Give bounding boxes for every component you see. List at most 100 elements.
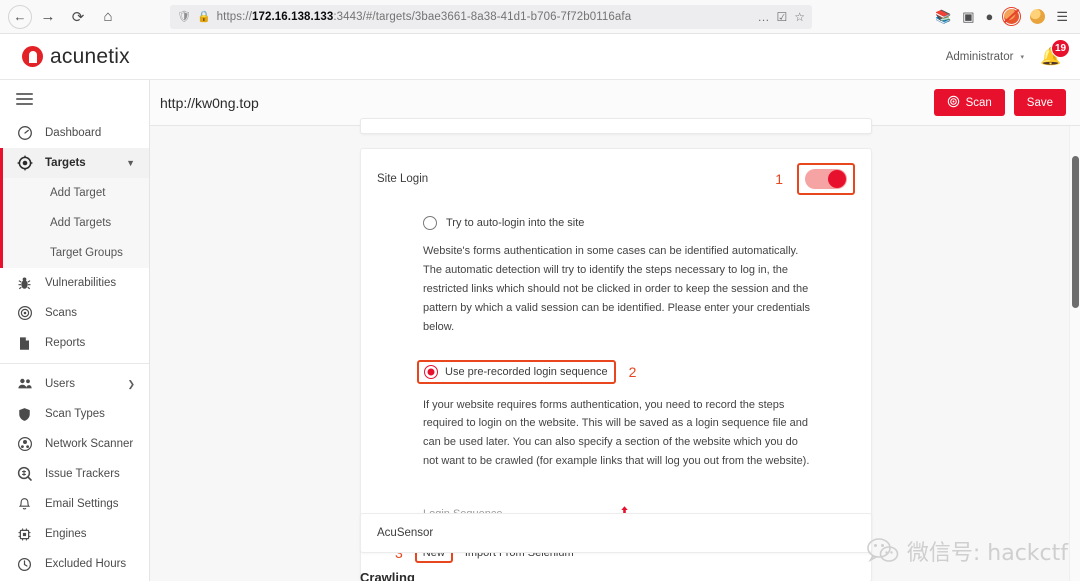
sidebar-item-label: Vulnerabilities — [45, 277, 117, 289]
target-header-actions: Scan Save — [933, 89, 1066, 116]
bug-icon — [16, 275, 33, 292]
acusensor-card[interactable]: AcuSensor — [360, 513, 872, 553]
auto-login-description: Website's forms authentication in some c… — [423, 245, 811, 333]
site-login-title: Site Login — [377, 173, 429, 185]
sidebar-item-engines[interactable]: Engines — [0, 519, 149, 549]
reader-mode-icon[interactable]: ☑ — [776, 10, 787, 24]
sidebar-subitem-label: Add Target — [50, 187, 106, 199]
tracking-protection-shield-icon[interactable]: 🛡 — [177, 10, 191, 23]
page-scrollbar[interactable] — [1069, 126, 1080, 581]
bookmark-star-icon[interactable]: ☆ — [794, 10, 805, 24]
url-scheme: https:// — [216, 10, 252, 23]
scrollbar-thumb[interactable] — [1072, 156, 1079, 308]
sidebar-item-add-targets[interactable]: Add Targets — [0, 208, 149, 238]
dashboard-gauge-icon — [16, 125, 33, 142]
sidebar-item-label: Network Scanner — [45, 438, 134, 450]
annotation-2-label: 2 — [628, 363, 637, 380]
notifications-button[interactable]: 🔔 19 — [1040, 38, 1070, 70]
prerecorded-description: If your website requires forms authentic… — [423, 398, 810, 468]
acunetix-wordmark: acunetix — [50, 44, 130, 68]
acunetix-logo[interactable]: acunetix — [22, 45, 130, 69]
page-actions-ellipsis-icon[interactable]: … — [757, 10, 769, 24]
chevron-down-icon: ▾ — [1020, 53, 1024, 61]
sidebar-item-scans[interactable]: Scans — [0, 298, 149, 328]
wechat-watermark-text: 微信号: hackctf — [906, 541, 1068, 566]
prerecorded-option-row: Use pre-recorded login sequence 2 — [377, 359, 855, 384]
site-login-toggle[interactable] — [805, 169, 847, 189]
radar-scan-icon — [16, 305, 33, 322]
sidebar-item-label: Engines — [45, 528, 87, 540]
sidebar-item-label: Issue Trackers — [45, 468, 120, 480]
cookie-extension-icon[interactable] — [1030, 9, 1046, 24]
sidebar-item-add-target[interactable]: Add Target — [0, 178, 149, 208]
annotation-1-label: 1 — [775, 171, 783, 187]
crawling-section-title: Crawling — [360, 570, 415, 581]
back-arrow-icon[interactable]: ← — [8, 4, 32, 29]
chevron-right-icon: ❯ — [127, 378, 135, 389]
forward-arrow-icon[interactable]: → — [34, 4, 62, 30]
notification-count-badge: 19 — [1051, 38, 1070, 58]
sidebar-item-reports[interactable]: Reports — [0, 328, 149, 358]
home-icon[interactable]: ⌂ — [94, 4, 122, 30]
sidebar-item-target-groups[interactable]: Target Groups — [0, 238, 149, 268]
sidebar-item-label: Email Settings — [45, 498, 119, 510]
browser-nav-buttons: ← → ⟳ ⌂ — [8, 4, 122, 30]
acunetix-mark-icon — [22, 46, 43, 67]
url-host: 172.16.138.133 — [252, 10, 334, 23]
sidebar-item-targets[interactable]: Targets ▼ — [0, 148, 149, 178]
auto-login-label: Try to auto-login into the site — [446, 217, 585, 229]
site-login-header: Site Login 1 — [377, 163, 855, 195]
clock-icon — [16, 556, 33, 573]
prerecorded-radio[interactable] — [424, 364, 438, 379]
user-menu-label: Administrator — [945, 50, 1014, 63]
sidebar-item-label: Users — [45, 378, 76, 390]
issue-tracker-magnifier-icon — [16, 466, 33, 483]
auto-login-option-row[interactable]: Try to auto-login into the site — [377, 216, 855, 230]
sidebar-collapse-button[interactable] — [0, 80, 149, 118]
warning-lock-icon[interactable]: 🔒 — [197, 10, 211, 23]
app-header: acunetix Administrator ▾ 🔔 19 — [0, 34, 1080, 80]
hamburger-menu-icon[interactable]: ☰ — [1056, 9, 1068, 25]
sidebar-item-label: Dashboard — [45, 127, 102, 139]
url-path: :3443/#/targets/3bae3661-8a38-41d1-b706-… — [333, 10, 632, 23]
wechat-watermark: 微信号: hackctf — [866, 535, 1068, 567]
sidebar-item-network-scanner[interactable]: Network Scanner — [0, 429, 149, 459]
url-text: https://172.16.138.133:3443/#/targets/3b… — [217, 11, 752, 23]
address-bar[interactable]: 🛡 🔒 https://172.16.138.133:3443/#/target… — [170, 4, 812, 29]
sidebar-item-scan-types[interactable]: Scan Types — [0, 399, 149, 429]
library-icon[interactable]: 📚 — [935, 9, 951, 25]
previous-card-partial — [360, 118, 872, 134]
sidebar-item-label: Scans — [45, 307, 77, 319]
scan-button-label: Scan — [965, 96, 992, 109]
sidebar-item-label: Targets — [45, 157, 86, 169]
acusensor-title: AcuSensor — [377, 527, 434, 539]
sidebar-item-users[interactable]: Users ❯ — [0, 369, 149, 399]
scan-button[interactable]: Scan — [933, 89, 1005, 116]
user-menu[interactable]: Administrator ▾ — [946, 51, 1024, 63]
page-title: http://kw0ng.top — [160, 94, 259, 111]
prerecorded-label: Use pre-recorded login sequence — [445, 365, 608, 378]
sidebar-item-label: Scan Types — [45, 408, 105, 420]
sidebar-icon[interactable]: ▣ — [962, 9, 974, 25]
save-button[interactable]: Save — [1013, 89, 1066, 116]
auto-login-radio[interactable] — [423, 216, 437, 230]
app-header-right: Administrator ▾ 🔔 19 — [946, 38, 1070, 70]
users-group-icon — [16, 376, 33, 393]
target-crosshair-icon — [16, 155, 33, 172]
document-report-icon — [16, 335, 33, 352]
sidebar-item-dashboard[interactable]: Dashboard — [0, 118, 149, 148]
sidebar-item-vulnerabilities[interactable]: Vulnerabilities — [0, 268, 149, 298]
browser-toolbar: ← → ⟳ ⌂ 🛡 🔒 https://172.16.138.133:3443/… — [0, 0, 1080, 34]
sidebar: Dashboard Targets ▼ Add Target Add Targe… — [0, 80, 150, 581]
sidebar-item-email-settings[interactable]: Email Settings — [0, 489, 149, 519]
annotation-2-box[interactable]: Use pre-recorded login sequence — [417, 359, 616, 384]
sidebar-item-excluded-hours[interactable]: Excluded Hours — [0, 549, 149, 579]
blocked-extension-icon[interactable] — [1002, 7, 1022, 26]
bell-icon — [16, 496, 33, 513]
reload-icon[interactable]: ⟳ — [64, 4, 92, 30]
chip-engine-icon — [16, 526, 33, 543]
account-icon[interactable]: ● — [985, 9, 993, 24]
sidebar-divider — [0, 363, 149, 364]
main-content: http://kw0ng.top Scan Save Site Login 1 … — [150, 80, 1080, 581]
sidebar-item-issue-trackers[interactable]: Issue Trackers — [0, 459, 149, 489]
